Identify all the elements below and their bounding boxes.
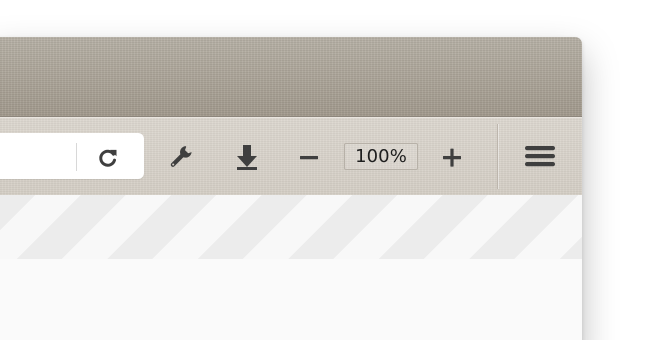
- browser-window: 100%: [0, 37, 582, 340]
- navigation-toolbar: 100%: [0, 117, 582, 196]
- toolbar-separator: [497, 124, 498, 189]
- downloads-button[interactable]: [230, 140, 264, 174]
- open-menu-button[interactable]: [523, 140, 557, 174]
- reload-icon: [99, 149, 117, 167]
- browser-screenshot: 100%: [0, 0, 646, 340]
- download-arrow-icon: [237, 145, 257, 170]
- zoom-level-button[interactable]: 100%: [344, 143, 418, 170]
- reload-button[interactable]: [94, 143, 122, 171]
- address-bar-divider: [76, 143, 77, 171]
- address-bar[interactable]: [0, 133, 144, 179]
- hamburger-menu-icon: [525, 146, 555, 167]
- wrench-icon: [170, 146, 192, 167]
- tab-strip: [0, 37, 582, 117]
- loading-stripes: [0, 195, 582, 259]
- zoom-in-button[interactable]: [435, 140, 469, 174]
- minus-icon: [300, 156, 318, 160]
- plus-icon: [443, 148, 461, 167]
- developer-tools-button[interactable]: [164, 140, 198, 174]
- page-content: [0, 195, 582, 340]
- zoom-out-button[interactable]: [292, 140, 326, 174]
